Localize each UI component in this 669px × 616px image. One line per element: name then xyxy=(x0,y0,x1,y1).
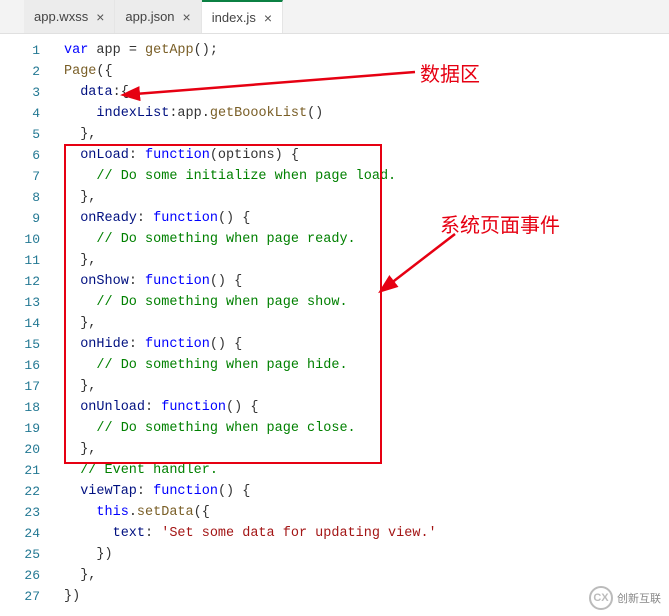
line-number: 22 xyxy=(0,481,40,502)
code-editor[interactable]: 1234567891011121314151617181920212223242… xyxy=(0,34,669,616)
code-line[interactable]: text: 'Set some data for updating view.' xyxy=(64,523,669,544)
line-number: 15 xyxy=(0,334,40,355)
line-number: 18 xyxy=(0,397,40,418)
code-line[interactable]: }, xyxy=(64,250,669,271)
tab-index-js[interactable]: index.js × xyxy=(202,0,283,33)
line-number: 2 xyxy=(0,61,40,82)
code-line[interactable]: // Event handler. xyxy=(64,460,669,481)
code-line[interactable]: onHide: function() { xyxy=(64,334,669,355)
line-number: 6 xyxy=(0,145,40,166)
watermark: CX 创新互联 xyxy=(589,586,661,610)
code-area[interactable]: var app = getApp();Page({ data:{ indexLi… xyxy=(56,34,669,616)
line-number: 19 xyxy=(0,418,40,439)
code-line[interactable]: }, xyxy=(64,313,669,334)
line-number-gutter: 1234567891011121314151617181920212223242… xyxy=(0,34,56,616)
code-line[interactable]: Page({ xyxy=(64,61,669,82)
code-line[interactable]: }, xyxy=(64,187,669,208)
code-line[interactable]: this.setData({ xyxy=(64,502,669,523)
line-number: 14 xyxy=(0,313,40,334)
line-number: 16 xyxy=(0,355,40,376)
code-line[interactable]: indexList:app.getBoookList() xyxy=(64,103,669,124)
watermark-logo-icon: CX xyxy=(589,586,613,610)
code-line[interactable]: // Do something when page ready. xyxy=(64,229,669,250)
close-icon[interactable]: × xyxy=(96,9,104,25)
line-number: 24 xyxy=(0,523,40,544)
code-line[interactable]: }) xyxy=(64,586,669,607)
watermark-text: 创新互联 xyxy=(617,590,661,606)
line-number: 10 xyxy=(0,229,40,250)
line-number: 21 xyxy=(0,460,40,481)
code-line[interactable]: onUnload: function() { xyxy=(64,397,669,418)
code-line[interactable]: data:{ xyxy=(64,82,669,103)
code-line[interactable]: }) xyxy=(64,544,669,565)
code-line[interactable]: }, xyxy=(64,565,669,586)
line-number: 8 xyxy=(0,187,40,208)
code-line[interactable]: }, xyxy=(64,376,669,397)
code-line[interactable]: var app = getApp(); xyxy=(64,40,669,61)
tab-app-wxss[interactable]: app.wxss × xyxy=(24,0,115,33)
line-number: 20 xyxy=(0,439,40,460)
line-number: 1 xyxy=(0,40,40,61)
tab-label: app.wxss xyxy=(34,9,88,24)
tab-label: app.json xyxy=(125,9,174,24)
line-number: 13 xyxy=(0,292,40,313)
editor-tab-bar: app.wxss × app.json × index.js × xyxy=(0,0,669,34)
line-number: 11 xyxy=(0,250,40,271)
line-number: 7 xyxy=(0,166,40,187)
line-number: 5 xyxy=(0,124,40,145)
code-line[interactable]: // Do something when page close. xyxy=(64,418,669,439)
line-number: 4 xyxy=(0,103,40,124)
line-number: 12 xyxy=(0,271,40,292)
line-number: 26 xyxy=(0,565,40,586)
line-number: 9 xyxy=(0,208,40,229)
code-line[interactable]: onReady: function() { xyxy=(64,208,669,229)
code-line[interactable]: viewTap: function() { xyxy=(64,481,669,502)
line-number: 25 xyxy=(0,544,40,565)
tab-label: index.js xyxy=(212,10,256,25)
code-line[interactable]: // Do something when page show. xyxy=(64,292,669,313)
line-number: 17 xyxy=(0,376,40,397)
tab-app-json[interactable]: app.json × xyxy=(115,0,201,33)
code-line[interactable]: // Do something when page hide. xyxy=(64,355,669,376)
line-number: 27 xyxy=(0,586,40,607)
code-line[interactable]: }, xyxy=(64,439,669,460)
code-line[interactable]: onShow: function() { xyxy=(64,271,669,292)
line-number: 23 xyxy=(0,502,40,523)
line-number: 3 xyxy=(0,82,40,103)
close-icon[interactable]: × xyxy=(183,9,191,25)
close-icon[interactable]: × xyxy=(264,10,272,26)
code-line[interactable]: onLoad: function(options) { xyxy=(64,145,669,166)
code-line[interactable]: // Do some initialize when page load. xyxy=(64,166,669,187)
code-line[interactable]: }, xyxy=(64,124,669,145)
